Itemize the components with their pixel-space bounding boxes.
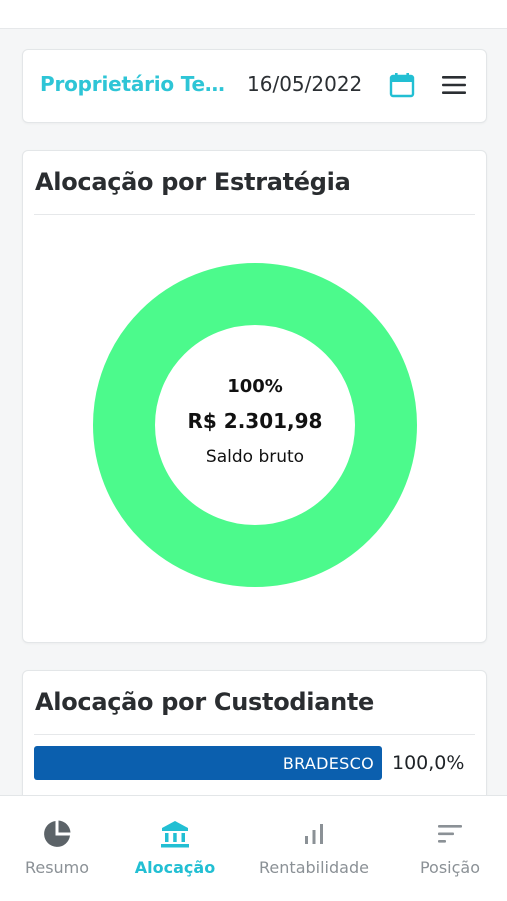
header-card: Proprietário Tes... 16/05/2022 — [22, 49, 487, 123]
allocation-percent: 100% — [227, 375, 283, 397]
pie-chart-icon — [41, 818, 73, 850]
custodian-section-title: Alocação por Custodiante — [35, 688, 375, 716]
gross-balance-caption: Saldo bruto — [205, 446, 305, 467]
calendar-icon[interactable] — [389, 72, 415, 98]
nav-item-alocacao[interactable]: Alocação — [115, 796, 235, 901]
custodian-bar: BRADESCO — [34, 746, 382, 780]
nav-label: Rentabilidade — [259, 858, 369, 877]
custodian-percent: 100,0% — [392, 752, 465, 774]
custodian-row[interactable]: BRADESCO 100,0% — [34, 746, 479, 782]
title-divider — [34, 734, 475, 735]
selected-date[interactable]: 16/05/2022 — [247, 72, 362, 96]
gross-balance-amount: R$ 2.301,98 — [187, 408, 323, 433]
nav-item-posicao[interactable]: Posição — [390, 796, 507, 901]
nav-label: Posição — [419, 858, 481, 877]
nav-item-resumo[interactable]: Resumo — [0, 796, 117, 901]
owner-name-selector[interactable]: Proprietário Tes... — [40, 72, 230, 96]
title-divider — [34, 214, 475, 215]
strategy-allocation-card: Alocação por Estratégia 100% R$ 2.301,98… — [22, 150, 487, 643]
strategy-section-title: Alocação por Estratégia — [35, 168, 351, 196]
top-status-area — [0, 0, 507, 29]
donut-center-label: 100% R$ 2.301,98 Saldo bruto — [92, 262, 418, 588]
bar-chart-icon — [298, 818, 330, 850]
bottom-navigation: Resumo Alocação Rentabilidade Posição — [0, 795, 507, 901]
custodian-name: BRADESCO — [282, 754, 374, 773]
nav-label: Resumo — [24, 858, 90, 877]
nav-label: Alocação — [134, 858, 216, 877]
bank-icon — [159, 818, 191, 850]
nav-item-rentabilidade[interactable]: Rentabilidade — [254, 796, 374, 901]
hamburger-menu-icon[interactable] — [441, 74, 467, 96]
sort-lines-icon — [434, 818, 466, 850]
